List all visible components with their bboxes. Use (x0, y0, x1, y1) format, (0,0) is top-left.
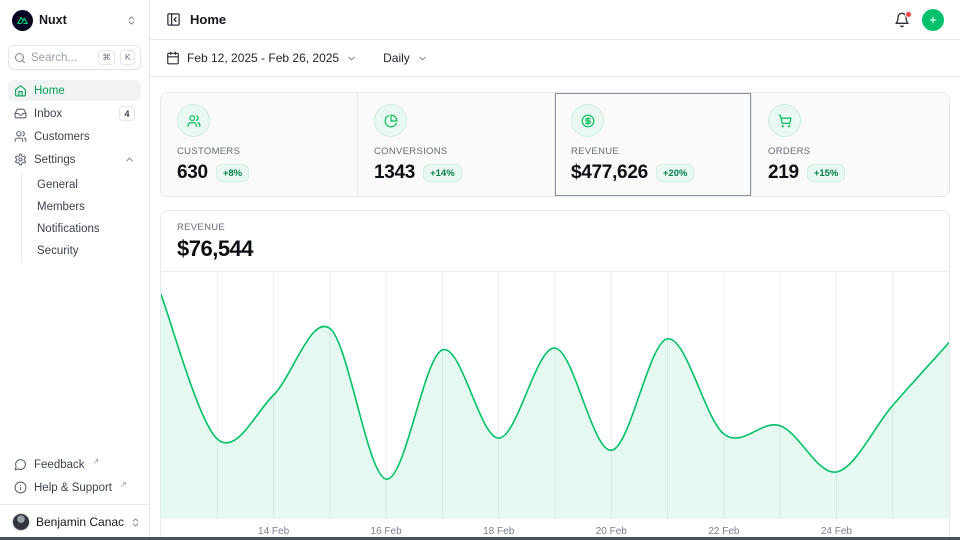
add-button[interactable] (922, 9, 944, 31)
sidebar-item-home[interactable]: Home (8, 80, 141, 101)
stat-card-customers[interactable]: CUSTOMERS 630 +8% (161, 93, 358, 196)
chevron-down-icon (346, 53, 357, 64)
date-range-value: Feb 12, 2025 - Feb 26, 2025 (187, 51, 339, 65)
inbox-icon (14, 107, 27, 120)
gear-icon (14, 153, 27, 166)
kbd-k: K (120, 50, 135, 66)
stat-delta-badge: +20% (656, 164, 695, 182)
content: CUSTOMERS 630 +8% CONVERSIONS 1343 +14% (150, 77, 960, 540)
settings-sub-list: General Members Notifications Security (21, 174, 141, 262)
stat-label: CONVERSIONS (374, 146, 538, 157)
stat-card-orders[interactable]: ORDERS 219 +15% (752, 93, 949, 196)
sidebar-collapse-icon[interactable] (166, 12, 181, 27)
stat-delta-badge: +8% (216, 164, 249, 182)
topbar: Home (150, 0, 960, 40)
sidebar: Nuxt Search... ⌘ K Home Inbox 4 (0, 0, 150, 540)
main-area: Home Feb 12, 2025 - Feb 26, 2025 Daily (150, 0, 960, 540)
sidebar-item-security[interactable]: Security (22, 240, 141, 262)
chevron-up-icon (124, 154, 135, 165)
chart-metric-value: $76,544 (177, 236, 933, 262)
chart-plot-area[interactable]: 14 Feb 16 Feb 18 Feb 20 Feb 22 Feb 24 Feb (161, 272, 949, 540)
external-link-icon: ↗ (120, 480, 127, 489)
feedback-link[interactable]: Feedback ↗ (8, 454, 141, 475)
sidebar-item-settings[interactable]: Settings (8, 149, 141, 170)
stat-value: 1343 (374, 162, 415, 184)
svg-text:24 Feb: 24 Feb (821, 526, 853, 537)
workspace-switcher[interactable]: Nuxt (8, 0, 141, 40)
chart-header: REVENUE $76,544 (161, 211, 949, 272)
user-menu[interactable]: Benjamin Canac (8, 505, 141, 540)
message-bubble-icon (14, 458, 27, 471)
stat-value: 630 (177, 162, 208, 184)
sidebar-item-label: Customers (34, 131, 90, 143)
stats-row: CUSTOMERS 630 +8% CONVERSIONS 1343 +14% (160, 92, 950, 197)
revenue-chart-card: REVENUE $76,544 14 Feb 16 Feb 18 Feb 20 Feb… (160, 210, 950, 540)
page-title: Home (190, 12, 226, 27)
kbd-meta: ⌘ (98, 50, 116, 66)
info-circle-icon (14, 481, 27, 494)
shopping-cart-icon (768, 104, 801, 137)
period-select[interactable]: Daily (383, 51, 428, 65)
date-range-picker[interactable]: Feb 12, 2025 - Feb 26, 2025 (166, 51, 357, 65)
inbox-count-badge: 4 (119, 106, 135, 121)
external-link-icon: ↗ (93, 457, 100, 466)
sidebar-nav: Home Inbox 4 Customers Settings Genera (8, 80, 141, 264)
sidebar-item-inbox[interactable]: Inbox 4 (8, 103, 141, 124)
feedback-label: Feedback (34, 459, 85, 471)
search-icon (14, 52, 26, 64)
sidebar-item-notifications[interactable]: Notifications (22, 218, 141, 240)
stat-card-revenue[interactable]: REVENUE $477,626 +20% (555, 93, 752, 196)
pie-chart-icon (374, 104, 407, 137)
stat-value: 219 (768, 162, 799, 184)
stat-value: $477,626 (571, 162, 648, 184)
revenue-area-chart: 14 Feb 16 Feb 18 Feb 20 Feb 22 Feb 24 Feb (161, 272, 949, 540)
stat-label: REVENUE (571, 146, 735, 157)
search-input[interactable]: Search... ⌘ K (8, 45, 141, 70)
help-support-link[interactable]: Help & Support ↗ (8, 477, 141, 498)
calendar-icon (166, 51, 180, 65)
notifications-button[interactable] (894, 12, 910, 28)
stat-delta-badge: +14% (423, 164, 462, 182)
stat-delta-badge: +15% (807, 164, 846, 182)
nuxt-logo-icon (12, 10, 33, 31)
sidebar-item-members[interactable]: Members (22, 196, 141, 218)
svg-text:14 Feb: 14 Feb (258, 526, 290, 537)
sidebar-item-general[interactable]: General (22, 174, 141, 196)
sidebar-item-customers[interactable]: Customers (8, 126, 141, 147)
workspace-name: Nuxt (39, 13, 120, 27)
sidebar-item-label: Home (34, 85, 65, 97)
chart-metric-label: REVENUE (177, 222, 933, 233)
dollar-circle-icon (571, 104, 604, 137)
sidebar-item-label: Inbox (34, 108, 62, 120)
svg-text:16 Feb: 16 Feb (371, 526, 403, 537)
users-icon (14, 130, 27, 143)
stat-card-conversions[interactable]: CONVERSIONS 1343 +14% (358, 93, 555, 196)
home-icon (14, 84, 27, 97)
help-support-label: Help & Support (34, 482, 112, 494)
user-name: Benjamin Canac (36, 515, 124, 529)
svg-text:18 Feb: 18 Feb (483, 526, 515, 537)
chevrons-up-down-icon (130, 517, 141, 528)
chevrons-up-down-icon (126, 15, 137, 26)
chevron-down-icon (417, 53, 428, 64)
notification-dot (905, 11, 912, 18)
avatar (12, 513, 30, 531)
svg-text:20 Feb: 20 Feb (596, 526, 628, 537)
search-placeholder: Search... (31, 52, 93, 64)
users-icon (177, 104, 210, 137)
sidebar-item-label: Settings (34, 154, 76, 166)
svg-text:22 Feb: 22 Feb (708, 526, 740, 537)
stat-label: ORDERS (768, 146, 933, 157)
plus-icon (928, 14, 938, 26)
stat-label: CUSTOMERS (177, 146, 341, 157)
sidebar-footer-links: Feedback ↗ Help & Support ↗ (8, 454, 141, 498)
filterbar: Feb 12, 2025 - Feb 26, 2025 Daily (150, 40, 960, 77)
period-value: Daily (383, 51, 410, 65)
